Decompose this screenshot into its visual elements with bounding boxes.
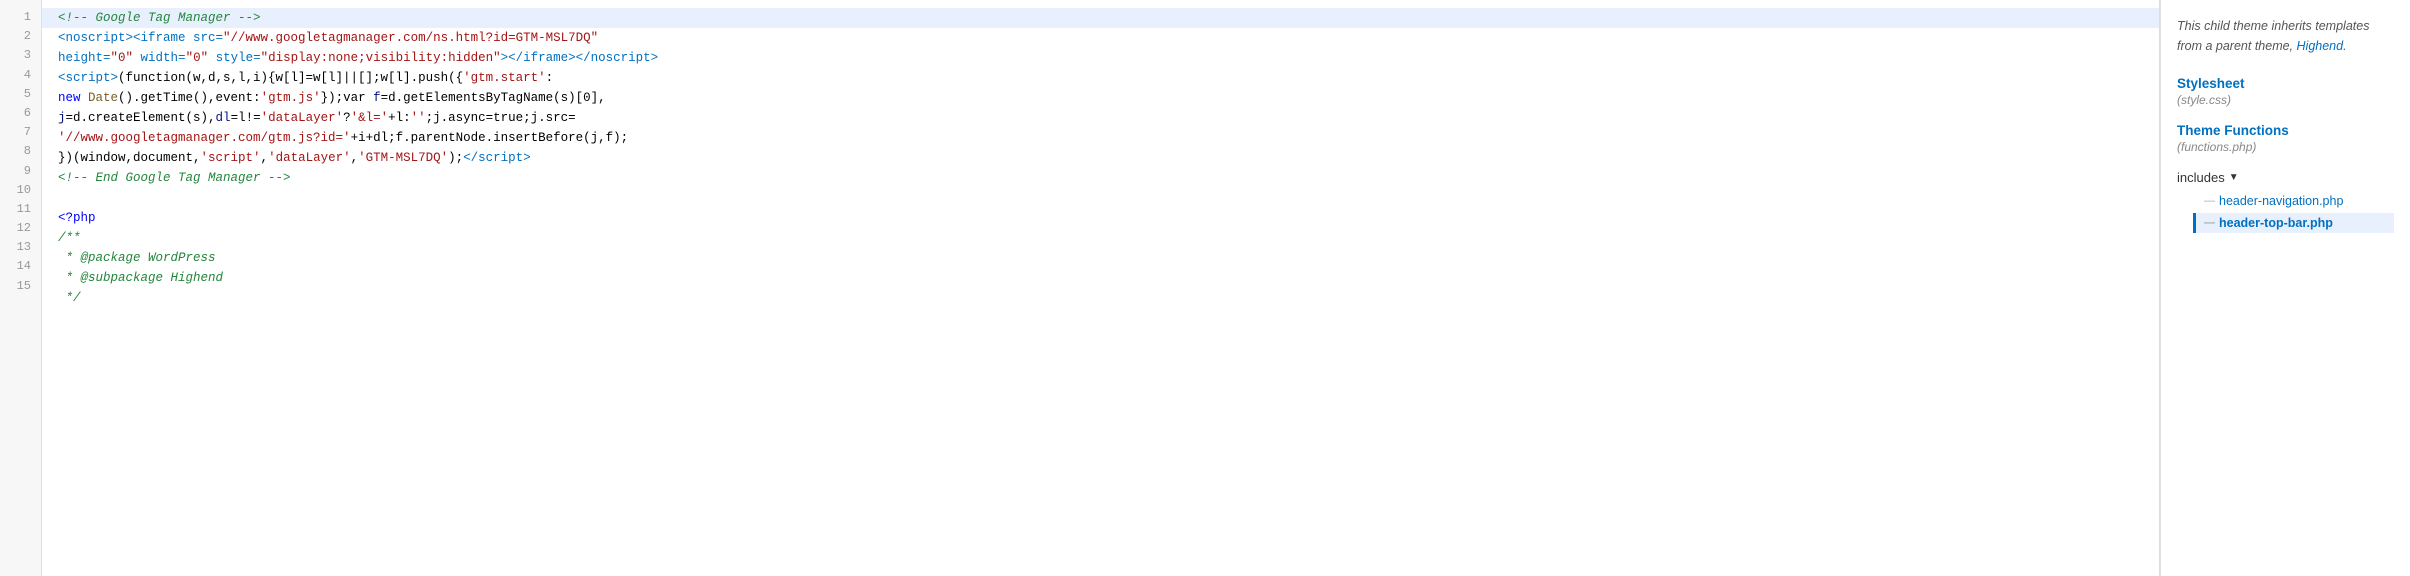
line-num-11: 11 xyxy=(0,200,41,219)
code-line-7: '//www.googletagmanager.com/gtm.js?id='+… xyxy=(42,128,2159,148)
line-num-2: 2 xyxy=(0,27,41,46)
code-line-6: j=d.createElement(s),dl=l!='dataLayer'?'… xyxy=(42,108,2159,128)
file-prefix-1: — xyxy=(2204,195,2215,207)
code-line-3: height="0" width="0" style="display:none… xyxy=(42,48,2159,68)
code-line-9: <!-- End Google Tag Manager --> xyxy=(42,168,2159,188)
file-name-1: header-navigation.php xyxy=(2219,194,2343,208)
line-num-5: 5 xyxy=(0,85,41,104)
line-num-15: 15 xyxy=(0,277,41,296)
code-line-12: /** xyxy=(42,228,2159,248)
file-header-navigation[interactable]: — header-navigation.php xyxy=(2193,191,2394,211)
line-num-12: 12 xyxy=(0,219,41,238)
line-num-10: 10 xyxy=(0,181,41,200)
stylesheet-file: (style.css) xyxy=(2177,93,2394,107)
theme-functions-link[interactable]: Theme Functions xyxy=(2177,123,2394,138)
code-line-13: * @package WordPress xyxy=(42,248,2159,268)
line-num-14: 14 xyxy=(0,257,41,276)
line-num-3: 3 xyxy=(0,46,41,65)
line-num-7: 7 xyxy=(0,123,41,142)
stylesheet-link[interactable]: Stylesheet xyxy=(2177,76,2394,91)
file-name-2: header-top-bar.php xyxy=(2219,216,2333,230)
line-num-4: 4 xyxy=(0,66,41,85)
line-num-9: 9 xyxy=(0,162,41,181)
line-num-8: 8 xyxy=(0,142,41,161)
file-header-top-bar[interactable]: — header-top-bar.php xyxy=(2193,213,2394,233)
line-numbers: 1 2 3 4 5 6 7 8 9 10 11 12 13 14 15 xyxy=(0,0,42,576)
code-line-8: })(window,document,'script','dataLayer',… xyxy=(42,148,2159,168)
includes-folder[interactable]: includes ▼ xyxy=(2177,170,2394,185)
code-content[interactable]: <!-- Google Tag Manager --> <noscript><i… xyxy=(42,0,2159,576)
code-line-14: * @subpackage Highend xyxy=(42,268,2159,288)
code-line-15: */ xyxy=(42,288,2159,308)
folder-arrow-icon: ▼ xyxy=(2229,172,2239,183)
file-list: — header-navigation.php — header-top-bar… xyxy=(2193,191,2394,233)
line-num-6: 6 xyxy=(0,104,41,123)
code-line-1: <!-- Google Tag Manager --> xyxy=(42,8,2159,28)
parent-theme-link[interactable]: Highend. xyxy=(2297,39,2347,53)
code-line-11: <?php xyxy=(42,208,2159,228)
code-editor[interactable]: 1 2 3 4 5 6 7 8 9 10 11 12 13 14 15 <!--… xyxy=(0,0,2160,576)
code-line-2: <noscript><iframe src="//www.googletagma… xyxy=(42,28,2159,48)
sidebar: This child theme inherits templates from… xyxy=(2160,0,2410,576)
line-num-13: 13 xyxy=(0,238,41,257)
theme-functions-file: (functions.php) xyxy=(2177,140,2394,154)
code-line-5: new Date().getTime(),event:'gtm.js'});va… xyxy=(42,88,2159,108)
code-line-4: <script>(function(w,d,s,l,i){w[l]=w[l]||… xyxy=(42,68,2159,88)
code-line-10 xyxy=(42,188,2159,208)
line-num-1: 1 xyxy=(0,8,41,27)
sidebar-description: This child theme inherits templates from… xyxy=(2177,16,2394,56)
file-prefix-2: — xyxy=(2204,217,2215,229)
folder-label: includes xyxy=(2177,170,2225,185)
